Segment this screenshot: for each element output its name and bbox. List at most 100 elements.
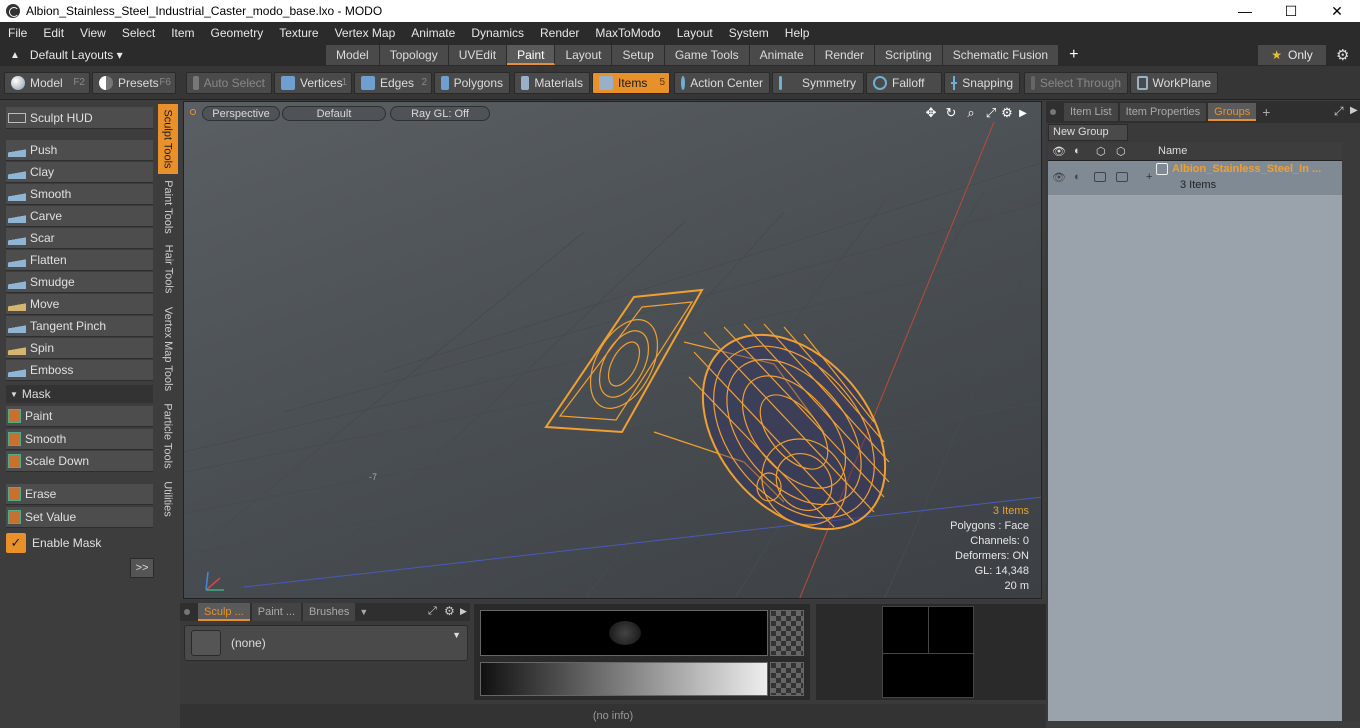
symmetry-button[interactable]: Symmetry [772,72,864,94]
edges-button[interactable]: Edges 2 [354,72,432,94]
mask-smooth-tool[interactable]: Smooth [6,429,153,450]
polygons-button[interactable]: Polygons [434,72,510,94]
bottom-gear-icon[interactable]: ⚙ [444,604,455,618]
bottom-menu-arrow-icon[interactable]: ▶ [460,606,467,617]
vtab-paint-tools[interactable]: Paint Tools [158,176,178,238]
tab-render[interactable]: Render [814,45,876,65]
visibility-eye-icon[interactable]: 👁 [1052,145,1066,158]
3d-viewport[interactable]: -7 Perspective Default Ray GL: Off ✥ ↻ ⌕… [183,101,1042,599]
brush-preview[interactable] [480,610,768,656]
tab-groups[interactable]: Groups [1208,103,1257,121]
emboss-tool[interactable]: Emboss [6,360,153,381]
shading-default-dropdown[interactable]: Default [282,106,386,121]
vtab-utilities[interactable]: Utilities [158,474,178,524]
menu-texture[interactable]: Texture [271,22,326,44]
raygl-dropdown[interactable]: Ray GL: Off [390,106,490,121]
bottom-dot-icon[interactable] [184,609,190,615]
tab-topology[interactable]: Topology [379,45,449,65]
clay-tool[interactable]: Clay [6,162,153,183]
alpha-swatch[interactable] [770,610,804,656]
tab-schematic-fusion[interactable]: Schematic Fusion [942,45,1060,65]
pan-icon[interactable]: ✥ [924,105,938,120]
group-row[interactable]: 👁 ◐ + Albion_Stainless_Steel_In ... 3 It… [1048,161,1342,195]
layout-arrow-icon[interactable]: ▲ [10,50,20,61]
tab-model[interactable]: Model [326,45,380,65]
menu-geometry[interactable]: Geometry [203,22,272,44]
vtab-particle-tools[interactable]: Particle Tools [158,400,178,472]
presets-button[interactable]: Presets F6 [92,72,176,94]
menu-layout[interactable]: Layout [669,22,721,44]
alpha-swatch-small[interactable] [770,662,804,696]
workplane-button[interactable]: WorkPlane [1130,72,1218,94]
materials-button[interactable]: Materials [514,72,590,94]
row-eye-icon[interactable]: 👁 [1052,171,1066,184]
panel-maximize-icon[interactable]: ⤢ [1334,104,1344,119]
row-render-icon[interactable]: ◐ [1074,171,1081,183]
menu-maxtomodo[interactable]: MaxToModo [587,22,668,44]
sculpt-hud-button[interactable]: Sculpt HUD [6,107,153,129]
tab-paint-brush[interactable]: Paint ... [251,603,302,621]
model-button[interactable]: Model F2 [4,72,90,94]
bottom-maximize-icon[interactable]: ⤢ [428,605,437,618]
move-tool[interactable]: Move [6,294,153,315]
falloff-gradient[interactable] [480,662,768,696]
tab-uvedit[interactable]: UVEdit [448,45,508,65]
menu-view[interactable]: View [72,22,114,44]
menu-help[interactable]: Help [777,22,818,44]
flatten-tool[interactable]: Flatten [6,250,153,271]
set-value-button[interactable]: Set Value [6,507,153,528]
spin-tool[interactable]: Spin [6,338,153,359]
expand-icon[interactable]: + [1146,171,1152,183]
viewport-settings-gear-icon[interactable]: ⚙ [1000,105,1014,120]
tab-layout[interactable]: Layout [555,45,613,65]
menu-dynamics[interactable]: Dynamics [463,22,532,44]
more-tools-button[interactable]: >> [130,558,154,578]
panel-menu-arrow-icon[interactable]: ▶ [1350,105,1358,116]
tab-brushes[interactable]: Brushes [303,603,356,621]
scar-tool[interactable]: Scar [6,228,153,249]
tab-paint[interactable]: Paint [507,45,556,65]
maximize-viewport-icon[interactable]: ⤢ [984,105,998,120]
mask-scale-down-tool[interactable]: Scale Down [6,451,153,472]
tab-scripting[interactable]: Scripting [875,45,943,65]
add-panel-tab-button[interactable]: + [1262,104,1270,120]
name-column-header[interactable]: Name [1158,145,1187,157]
only-button[interactable]: ★ Only [1258,45,1326,65]
mask-header[interactable]: ▼ Mask [6,385,153,403]
tab-animate[interactable]: Animate [749,45,815,65]
group-name[interactable]: Albion_Stainless_Steel_In ... [1172,163,1321,175]
viewport-dot-icon[interactable] [190,109,196,115]
panel-dot-icon[interactable] [1050,109,1056,115]
carve-tool[interactable]: Carve [6,206,153,227]
menu-system[interactable]: System [721,22,777,44]
tab-setup[interactable]: Setup [612,45,665,65]
menu-edit[interactable]: Edit [35,22,72,44]
menu-render[interactable]: Render [532,22,587,44]
color-swatch-grid[interactable] [882,606,975,698]
menu-select[interactable]: Select [114,22,163,44]
action-center-button[interactable]: Action Center [674,72,770,94]
default-layouts-dropdown[interactable]: Default Layouts ▾ [30,48,123,62]
maximize-button[interactable]: ☐ [1268,0,1314,22]
select-through-button[interactable]: Select Through [1024,72,1128,94]
tangent-pinch-tool[interactable]: Tangent Pinch [6,316,153,337]
render-icon[interactable]: ◐ [1074,145,1081,157]
minimize-button[interactable]: — [1222,0,1268,22]
row-select-box[interactable] [1116,172,1128,182]
erase-button[interactable]: Erase [6,484,153,505]
gear-icon[interactable]: ⚙ [1336,46,1349,64]
tab-item-properties[interactable]: Item Properties [1119,103,1207,121]
tab-sculpt-brush[interactable]: Sculp ... [198,603,250,621]
tab-item-list[interactable]: Item List [1064,103,1118,121]
close-button[interactable]: ✕ [1314,0,1360,22]
brush-selector[interactable]: (none) ▼ [184,625,468,661]
perspective-dropdown[interactable]: Perspective [202,106,280,121]
new-group-button[interactable]: New Group [1048,124,1128,141]
tab-game-tools[interactable]: Game Tools [664,45,750,65]
enable-mask-toggle[interactable]: ✓ Enable Mask [6,532,153,554]
snapping-button[interactable]: Snapping [944,72,1020,94]
menu-animate[interactable]: Animate [403,22,463,44]
push-tool[interactable]: Push [6,140,153,161]
lock-icon[interactable]: ⬡ [1096,145,1106,158]
mask-paint-tool[interactable]: Paint [6,406,153,427]
